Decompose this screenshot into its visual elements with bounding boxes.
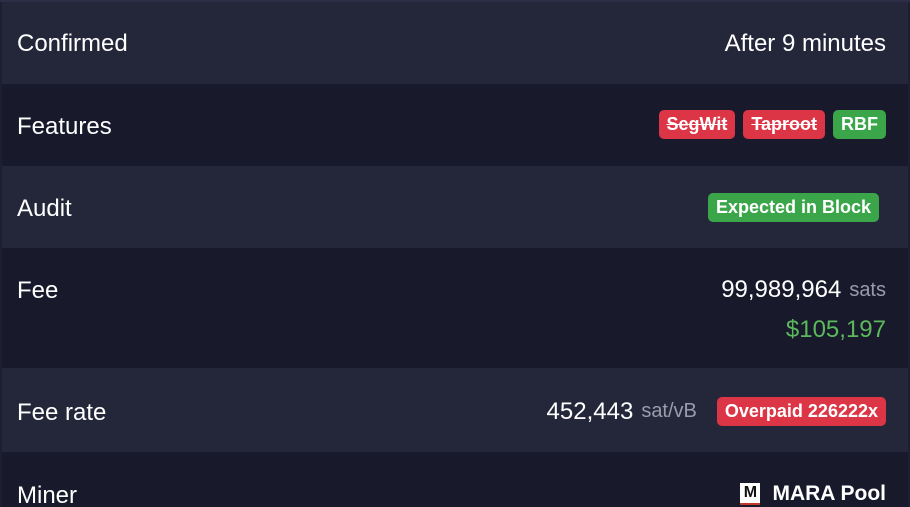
- fee-amount: 99,989,964: [721, 276, 842, 303]
- fee-rate-amount: 452,443: [546, 397, 634, 425]
- row-confirmed: Confirmed After 9 minutes: [2, 2, 908, 84]
- fee-rate-label: Fee rate: [17, 399, 107, 426]
- row-audit: Audit Expected in Block: [2, 166, 908, 248]
- features-badges: SegWit Taproot RBF: [658, 110, 886, 139]
- miner-label: Miner: [17, 482, 78, 507]
- row-fee-rate: Fee rate 452,443 sat/vB Overpaid 226222x: [2, 368, 908, 452]
- row-miner: Miner M MARA Pool: [2, 452, 908, 507]
- fee-label: Fee: [17, 277, 59, 304]
- fee-fiat: $105,197: [785, 316, 886, 343]
- row-fee: Fee 99,989,964 sats $105,197: [2, 248, 908, 368]
- miner-name[interactable]: MARA Pool: [772, 482, 886, 506]
- features-label: Features: [17, 113, 112, 140]
- fee-rate-unit: sat/vB: [641, 400, 697, 422]
- mara-pool-logo-icon: M: [740, 483, 761, 505]
- audit-status-badge[interactable]: Expected in Block: [707, 193, 879, 222]
- fee-unit: sats: [849, 278, 886, 301]
- transaction-details-table: Confirmed After 9 minutes Features SegWi…: [0, 0, 910, 507]
- row-features: Features SegWit Taproot RBF: [2, 84, 908, 166]
- rbf-badge[interactable]: RBF: [833, 110, 886, 139]
- confirmed-value: After 9 minutes: [725, 30, 886, 58]
- segwit-badge[interactable]: SegWit: [658, 110, 736, 139]
- fee-amount-value: 99,989,964 sats: [721, 276, 886, 304]
- miner-value[interactable]: M MARA Pool: [740, 482, 886, 506]
- fee-rate-value: 452,443 sat/vB Overpaid 226222x: [547, 397, 886, 426]
- overpaid-badge[interactable]: Overpaid 226222x: [716, 397, 886, 426]
- audit-label: Audit: [17, 195, 72, 222]
- confirmed-time: After 9 minutes: [724, 30, 886, 57]
- fee-fiat-value: $105,197: [786, 316, 886, 344]
- audit-value: Expected in Block: [707, 193, 879, 222]
- taproot-badge[interactable]: Taproot: [743, 110, 825, 139]
- confirmed-label: Confirmed: [17, 30, 128, 57]
